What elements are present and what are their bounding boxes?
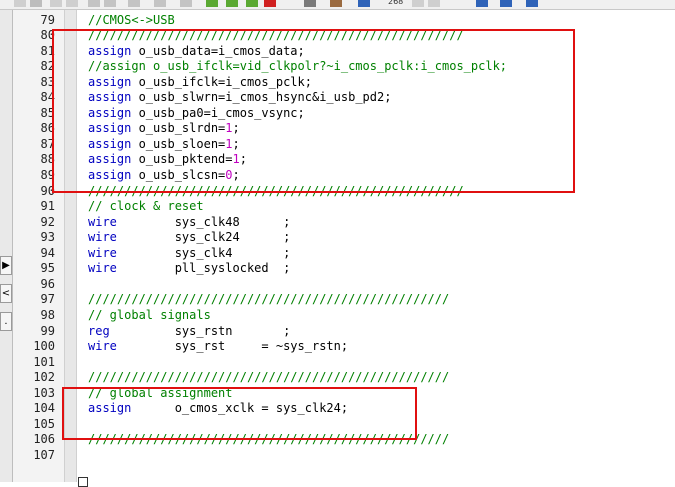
keyword-token: wire	[88, 339, 117, 354]
undo-icon[interactable]	[88, 0, 100, 7]
indent-icon[interactable]	[128, 0, 140, 7]
comment-token: // clock & reset	[88, 199, 204, 214]
line-number: 83	[40, 74, 55, 89]
code-text[interactable]: // clock & reset	[88, 199, 204, 215]
line-number: 102	[33, 370, 55, 385]
code-token: sys_rstn ;	[109, 323, 291, 338]
line-number: 90	[40, 183, 55, 198]
bookmark-next-icon[interactable]	[226, 0, 238, 7]
outdent-icon[interactable]	[154, 0, 166, 7]
code-token: sys_clk4 ;	[116, 245, 291, 260]
code-token: pll_syslocked ;	[116, 261, 291, 276]
code-line[interactable]: 94 wire sys_clk4 ;	[0, 246, 675, 262]
line-number: 87	[40, 136, 55, 151]
code-line[interactable]: 101	[0, 355, 675, 371]
line-number: 98	[40, 307, 55, 322]
save-icon[interactable]	[14, 0, 26, 7]
code-token: sys_clk24 ;	[116, 230, 291, 245]
line-number: 82	[40, 59, 55, 74]
code-text[interactable]: reg sys_rstn ;	[88, 324, 290, 340]
line-number: 100	[33, 339, 55, 354]
line-number: 85	[40, 105, 55, 120]
line-number: 105	[33, 416, 55, 431]
keyword-token: wire	[88, 245, 117, 260]
code-line[interactable]: 98 // global signals	[0, 308, 675, 324]
line-number: 97	[40, 292, 55, 307]
check-icon[interactable]	[358, 0, 370, 7]
line-number: 103	[33, 385, 55, 400]
code-text[interactable]: wire pll_syslocked ;	[88, 261, 290, 277]
code-text[interactable]: wire sys_clk24 ;	[88, 230, 290, 246]
open-icon[interactable]	[30, 0, 42, 7]
line-number: 101	[33, 354, 55, 369]
attach-icon[interactable]	[304, 0, 316, 7]
code-line[interactable]: 93 wire sys_clk24 ;	[0, 230, 675, 246]
keyword-token: wire	[88, 214, 117, 229]
code-line[interactable]: 107	[0, 448, 675, 464]
line-number: 81	[40, 43, 55, 58]
line-number: 94	[40, 245, 55, 260]
code-text[interactable]: // global signals	[88, 308, 211, 324]
highlight-box-usb-assign	[52, 29, 575, 193]
view-icon-1[interactable]	[476, 0, 488, 7]
keyword-token: wire	[88, 261, 117, 276]
code-line[interactable]: 102 /////////////////////////////////////…	[0, 370, 675, 386]
comment-token: // global signals	[88, 307, 211, 322]
line-number: 79	[40, 12, 55, 27]
code-line[interactable]: 97 //////////////////////////////////////…	[0, 292, 675, 308]
keyword-token: reg	[88, 323, 110, 338]
line-number: 99	[40, 323, 55, 338]
bookmark-toggle-icon[interactable]	[206, 0, 218, 7]
code-text[interactable]: wire sys_rst = ~sys_rstn;	[88, 339, 348, 355]
comment-token: ////////////////////////////////////////…	[88, 292, 450, 307]
code-text[interactable]: ////////////////////////////////////////…	[88, 292, 449, 308]
code-line[interactable]: 79 //CMOS<->USB	[0, 13, 675, 29]
code-line[interactable]: 91 // clock & reset	[0, 199, 675, 215]
line-number: 86	[40, 121, 55, 136]
line-number: 93	[40, 230, 55, 245]
code-token: sys_clk48 ;	[116, 214, 291, 229]
highlight-box-global-assign	[62, 387, 417, 440]
toolbar: 268	[0, 0, 675, 10]
code-text[interactable]: ////////////////////////////////////////…	[88, 370, 449, 386]
copy-icon[interactable]	[50, 0, 62, 7]
line-number: 91	[40, 199, 55, 214]
line-number: 96	[40, 276, 55, 291]
code-line[interactable]: 92 wire sys_clk48 ;	[0, 215, 675, 231]
line-number: 89	[40, 168, 55, 182]
line-number: 95	[40, 261, 55, 276]
view-icon-2[interactable]	[500, 0, 512, 7]
keyword-token: wire	[88, 230, 117, 245]
code-text[interactable]: wire sys_clk4 ;	[88, 246, 290, 262]
line-number: 106	[33, 432, 55, 447]
code-token: sys_rst = ~sys_rstn;	[116, 339, 349, 354]
line-number: 92	[40, 214, 55, 229]
redo-icon[interactable]	[104, 0, 116, 7]
paste-icon[interactable]	[66, 0, 78, 7]
counter-label: 268	[388, 0, 404, 6]
comment-token: ////////////////////////////////////////…	[88, 370, 450, 385]
view-icon-3[interactable]	[526, 0, 538, 7]
bookmark-prev-icon[interactable]	[246, 0, 258, 7]
code-text[interactable]: //CMOS<->USB	[88, 13, 175, 29]
wrap-icon[interactable]	[428, 0, 440, 7]
line-number: 84	[40, 90, 55, 105]
bookmark-clear-icon[interactable]	[264, 0, 276, 7]
line-number: 88	[40, 152, 55, 167]
code-line[interactable]: 99 reg sys_rstn ;	[0, 324, 675, 340]
tool-icon[interactable]	[330, 0, 342, 7]
line-number: 80	[40, 28, 55, 43]
line-number: 104	[33, 401, 55, 416]
fold-toggle-icon[interactable]	[78, 477, 88, 487]
comment-icon[interactable]	[180, 0, 192, 7]
code-text[interactable]: wire sys_clk48 ;	[88, 215, 290, 231]
comment-token: //CMOS<->USB	[88, 12, 175, 27]
format-icon[interactable]	[412, 0, 424, 7]
code-line[interactable]: 100 wire sys_rst = ~sys_rstn;	[0, 339, 675, 355]
line-number: 107	[33, 447, 55, 462]
code-line[interactable]: 96	[0, 277, 675, 293]
code-line[interactable]: 95 wire pll_syslocked ;	[0, 261, 675, 277]
